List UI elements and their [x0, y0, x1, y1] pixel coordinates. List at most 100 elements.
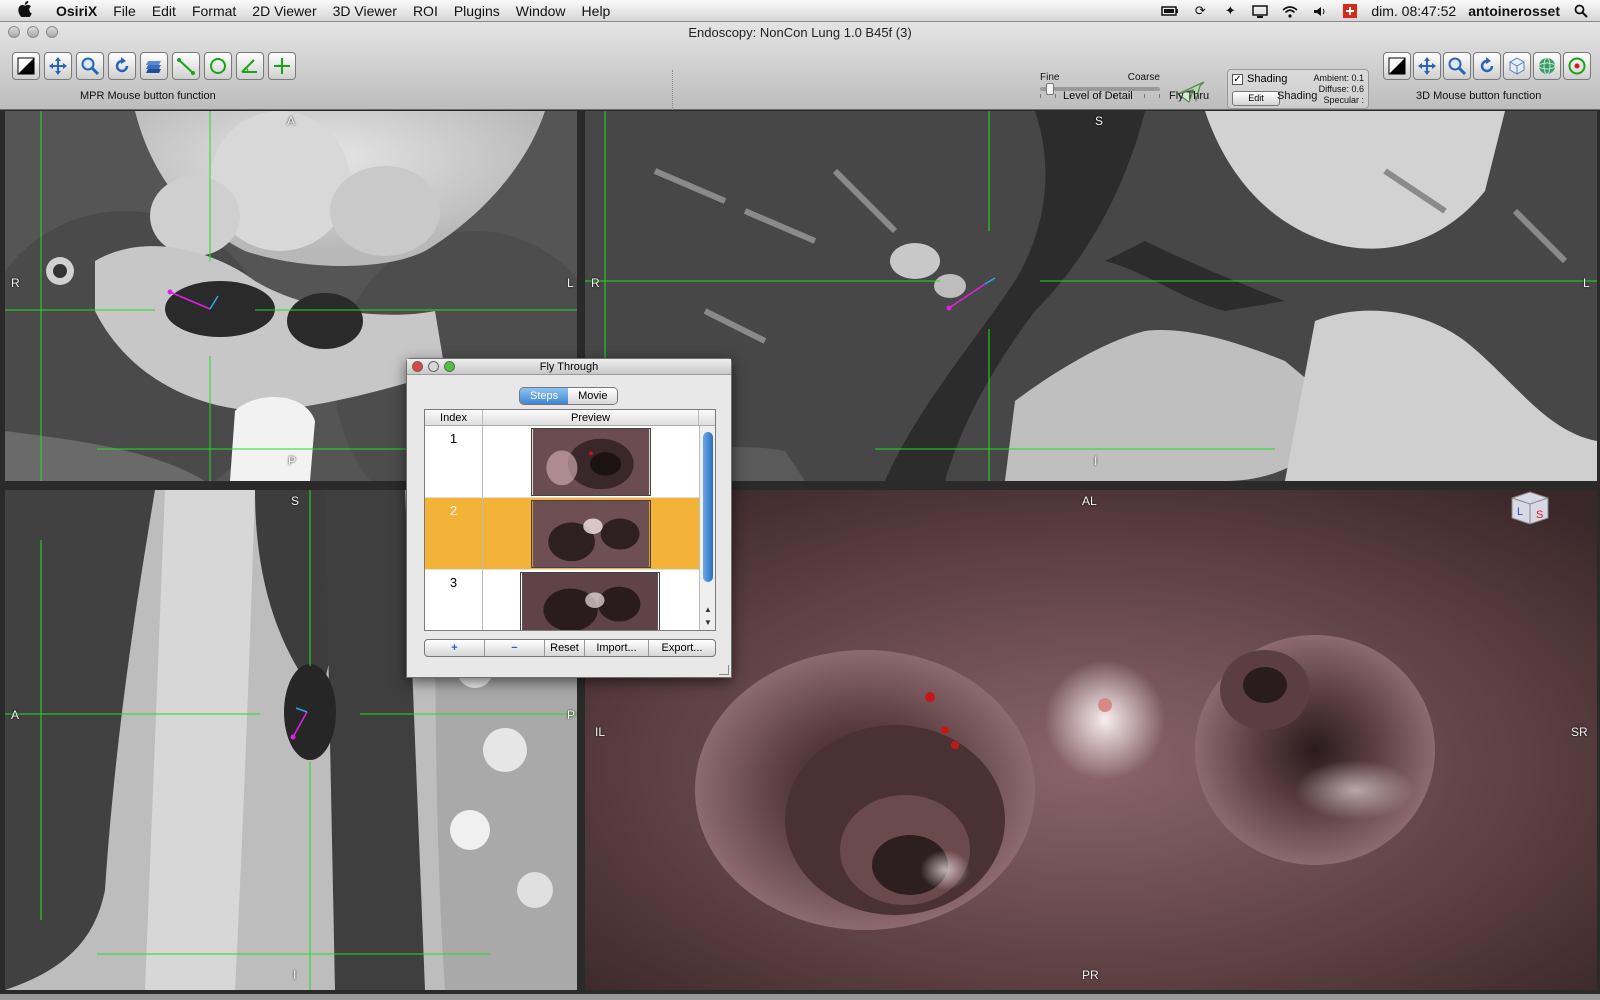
menubar-user[interactable]: antoinerosset: [1468, 3, 1560, 19]
zoom-icon: [1448, 57, 1467, 76]
endoscopy-orient-top: AL: [1082, 494, 1097, 508]
menu-roi[interactable]: ROI: [405, 0, 446, 22]
menubar-clock[interactable]: dim. 08:47:52: [1371, 3, 1456, 19]
menu-plugins[interactable]: Plugins: [446, 0, 508, 22]
menu-2d-viewer[interactable]: 2D Viewer: [244, 0, 324, 22]
menu-app-name[interactable]: OsiriX: [48, 0, 105, 22]
tab-steps[interactable]: Steps: [520, 388, 569, 404]
lod-slider-thumb[interactable]: [1045, 83, 1054, 95]
step-preview-thumbnail: [531, 500, 651, 568]
table-row[interactable]: 2: [425, 498, 699, 570]
specular-value: Specular :: [1323, 95, 1364, 105]
fly-thru-label: Fly Thru: [1169, 90, 1210, 102]
shading-checkbox[interactable]: ✓ Shading: [1232, 73, 1287, 85]
panel-minimize-button[interactable]: [428, 361, 439, 372]
diffuse-value: Diffuse: 0.6: [1318, 84, 1364, 94]
shading-edit-button[interactable]: Edit: [1232, 91, 1280, 106]
mpr-tools-label: MPR Mouse button function: [80, 90, 216, 102]
mpr-stack-button[interactable]: [140, 52, 168, 80]
fly-through-titlebar[interactable]: Fly Through: [407, 359, 731, 375]
vr-camera-button[interactable]: [1503, 52, 1531, 80]
mpr-angle-button[interactable]: [236, 52, 264, 80]
table-row[interactable]: 1: [425, 426, 699, 498]
remove-step-button[interactable]: −: [485, 640, 545, 656]
menu-format[interactable]: Format: [184, 0, 244, 22]
menu-edit[interactable]: Edit: [144, 0, 184, 22]
battery-icon[interactable]: [1161, 4, 1179, 18]
move-icon: [49, 57, 67, 75]
mpr-rotate-button[interactable]: [108, 52, 136, 80]
vr-move-button[interactable]: [1413, 52, 1441, 80]
scroll-down-arrow-icon[interactable]: ▼: [700, 618, 715, 627]
vr-tool-group: [1383, 52, 1591, 80]
menu-3d-viewer[interactable]: 3D Viewer: [325, 0, 405, 22]
coronal-viewport[interactable]: S I R L: [585, 111, 1597, 481]
point-icon: [274, 58, 290, 74]
apple-menu-icon[interactable]: [18, 0, 38, 20]
panel-close-button[interactable]: [412, 361, 423, 372]
fly-through-button-bar: + − Reset Import... Export...: [424, 639, 716, 657]
vr-rotate-button[interactable]: [1473, 52, 1501, 80]
vr-zoom-button[interactable]: [1443, 52, 1471, 80]
sync-icon[interactable]: ⟳: [1191, 3, 1209, 18]
panel-window-controls: [412, 361, 455, 372]
window-bottom-edge: [0, 994, 1600, 1000]
mpr-point-button[interactable]: [268, 52, 296, 80]
sagittal-orient-top: S: [291, 494, 300, 508]
vr-tools-label: 3D Mouse button function: [1416, 90, 1542, 102]
checkmark-icon: ✓: [1232, 73, 1243, 85]
import-button[interactable]: Import...: [585, 640, 649, 656]
endoscopy-viewport[interactable]: L S AL PR IL SR: [585, 490, 1597, 990]
mpr-wl-button[interactable]: [12, 52, 40, 80]
mpr-zoom-button[interactable]: [76, 52, 104, 80]
lod-fine-label: Fine: [1040, 72, 1060, 83]
export-button[interactable]: Export...: [649, 640, 715, 656]
move-icon: [1418, 57, 1436, 75]
ambient-value: Ambient: 0.1: [1313, 73, 1364, 83]
axial-orient-top: A: [287, 114, 296, 128]
panel-zoom-button[interactable]: [444, 361, 455, 372]
vr-wl-button[interactable]: [1383, 52, 1411, 80]
step-index: 3: [425, 570, 483, 630]
spotlight-search-icon[interactable]: [1572, 4, 1590, 18]
swiss-flag-icon[interactable]: [1341, 4, 1359, 18]
wifi-icon[interactable]: [1281, 4, 1299, 18]
mpr-move-button[interactable]: [44, 52, 72, 80]
reset-button[interactable]: Reset: [545, 640, 585, 656]
display-icon[interactable]: [1251, 4, 1269, 18]
menu-file[interactable]: File: [105, 0, 144, 22]
zoom-icon: [81, 57, 100, 76]
column-header-preview[interactable]: Preview: [483, 410, 699, 425]
endoscopy-orient-bottom: PR: [1082, 968, 1099, 982]
orientation-cube-icon[interactable]: L S: [1511, 491, 1549, 525]
dropbox-icon[interactable]: ✦: [1221, 3, 1239, 18]
vr-sphere-button[interactable]: [1533, 52, 1561, 80]
steps-scrollbar[interactable]: ▲ ▼: [699, 426, 715, 630]
scroll-up-arrow-icon[interactable]: ▲: [700, 605, 715, 614]
shading-params: Ambient: 0.1 Diffuse: 0.6 Specular :: [1313, 73, 1364, 106]
volume-icon[interactable]: [1311, 4, 1329, 18]
steps-table-header: Index Preview: [425, 410, 715, 426]
shading-checkbox-label: Shading: [1247, 73, 1288, 85]
table-row[interactable]: 3: [425, 570, 699, 630]
coronal-ct-image: [585, 111, 1597, 481]
lod-coarse-label: Coarse: [1127, 72, 1160, 83]
wl-icon: [1388, 57, 1406, 75]
axial-orient-left: R: [11, 276, 20, 290]
mpr-tool-group: [12, 52, 296, 80]
scrollbar-knob[interactable]: [703, 432, 713, 582]
coronal-orient-right: L: [1583, 276, 1590, 290]
mpr-length-button[interactable]: [172, 52, 200, 80]
mpr-oval-button[interactable]: [204, 52, 232, 80]
vr-target-button[interactable]: [1563, 52, 1591, 80]
tab-movie[interactable]: Movie: [568, 388, 618, 404]
stack-icon: [146, 61, 161, 73]
add-step-button[interactable]: +: [425, 640, 485, 656]
menu-help[interactable]: Help: [574, 0, 619, 22]
column-header-index[interactable]: Index: [425, 410, 483, 425]
resize-grip-icon[interactable]: [719, 665, 729, 675]
lod-label: Level of Detail: [1063, 90, 1133, 102]
menu-window[interactable]: Window: [508, 0, 574, 22]
rotate-icon: [115, 57, 129, 73]
axial-orient-bottom: P: [288, 454, 297, 468]
